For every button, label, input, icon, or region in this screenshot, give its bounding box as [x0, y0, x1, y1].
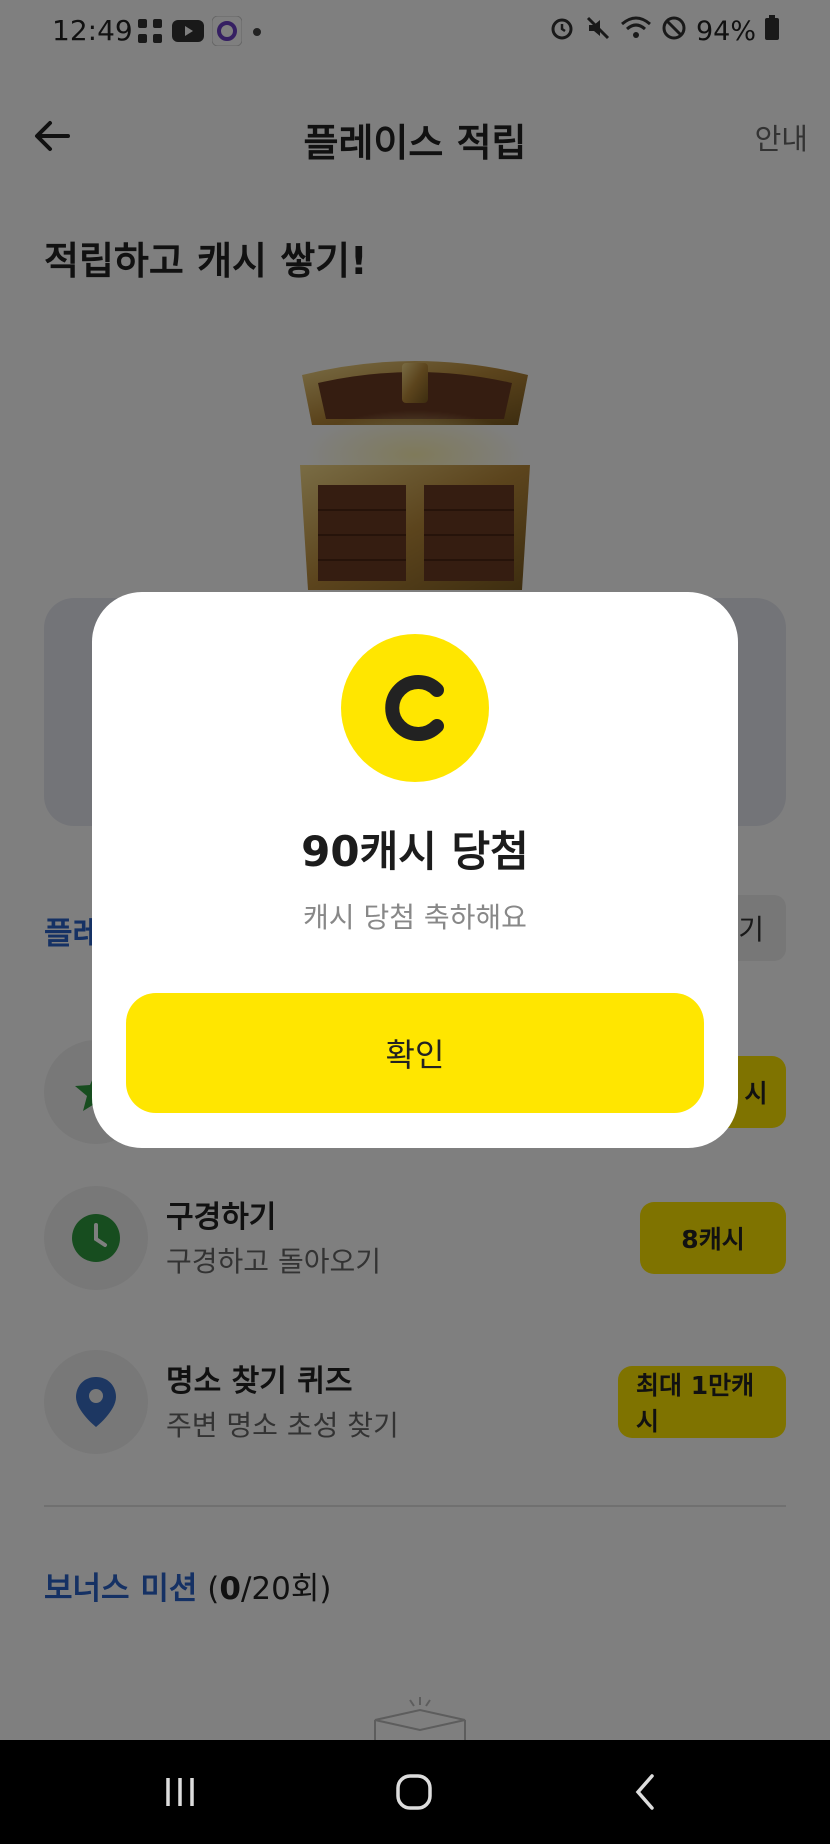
home-button[interactable] — [386, 1768, 442, 1816]
back-nav-button[interactable] — [618, 1768, 674, 1816]
reward-dialog: 90캐시 당첨 캐시 당첨 축하해요 확인 — [92, 592, 738, 1148]
confirm-button[interactable]: 확인 — [126, 993, 704, 1113]
screen: 12:49 — [0, 0, 830, 1844]
system-nav-bar — [0, 1740, 830, 1844]
dialog-title: 90캐시 당첨 — [301, 827, 529, 876]
chevron-left-icon — [635, 1774, 654, 1810]
cash-coin-icon — [341, 634, 489, 782]
home-icon — [396, 1774, 432, 1810]
dialog-subtitle: 캐시 당첨 축하해요 — [303, 901, 527, 934]
recent-apps-icon — [166, 1778, 194, 1806]
recent-apps-button[interactable] — [152, 1768, 208, 1816]
